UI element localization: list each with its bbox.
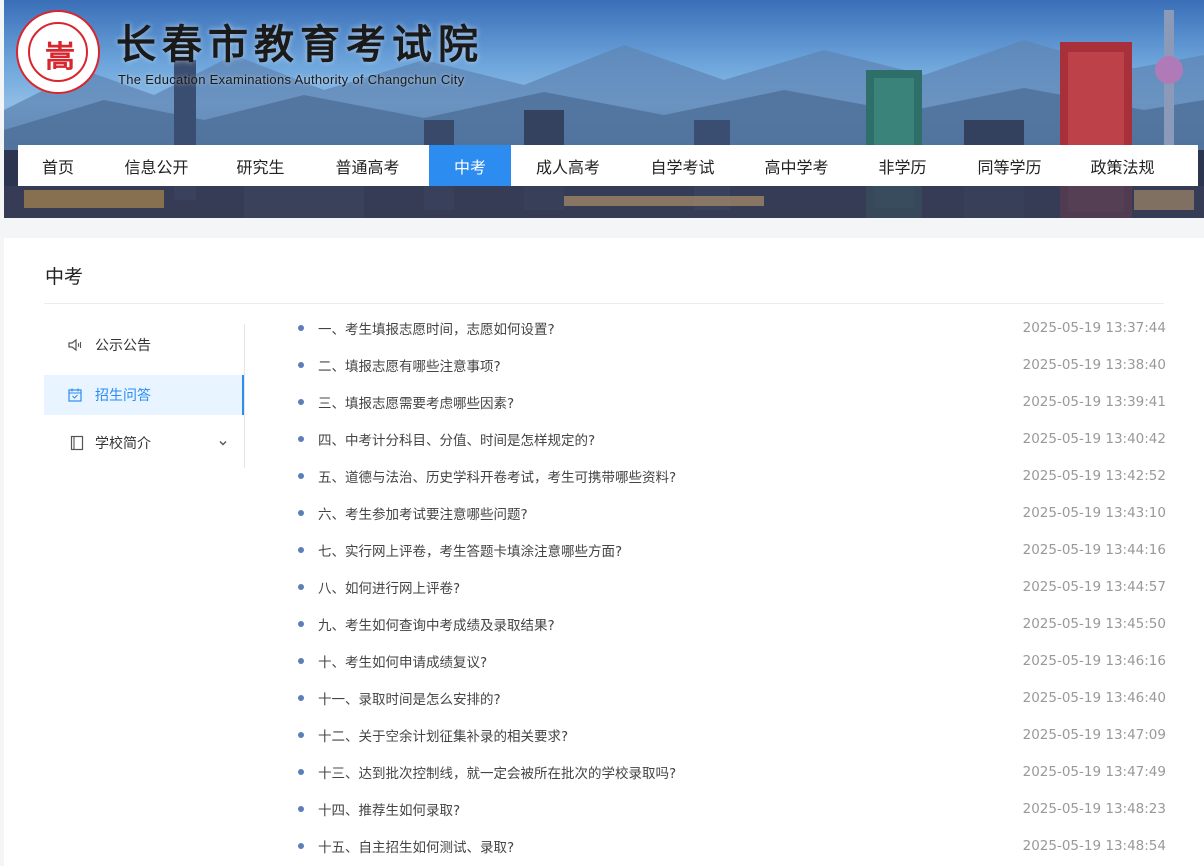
article-link[interactable]: 十二、关于空余计划征集补录的相关要求? bbox=[318, 725, 568, 745]
list-item: 三、填报志愿需要考虑哪些因素? 2025-05-19 13:39:41 bbox=[294, 383, 1166, 420]
article-date: 2025-05-19 13:39:41 bbox=[1022, 393, 1166, 410]
page-title: 中考 bbox=[45, 266, 84, 288]
bullet-icon bbox=[298, 361, 304, 368]
site-subtitle: The Education Examinations Authority of … bbox=[118, 72, 465, 87]
article-date: 2025-05-19 13:42:52 bbox=[1022, 467, 1166, 484]
calendar-icon bbox=[67, 387, 83, 403]
article-date: 2025-05-19 13:38:40 bbox=[1022, 356, 1166, 373]
list-item: 七、实行网上评卷，考生答题卡填涂注意哪些方面? 2025-05-19 13:44:… bbox=[294, 531, 1166, 568]
article-link[interactable]: 十一、录取时间是怎么安排的? bbox=[318, 688, 501, 708]
list-item: 十、考生如何申请成绩复议? 2025-05-19 13:46:16 bbox=[294, 642, 1166, 679]
list-item: 十一、录取时间是怎么安排的? 2025-05-19 13:46:40 bbox=[294, 679, 1166, 716]
list-item: 八、如何进行网上评卷? 2025-05-19 13:44:57 bbox=[294, 568, 1166, 605]
article-link[interactable]: 二、填报志愿有哪些注意事项? bbox=[318, 355, 501, 375]
document-icon bbox=[69, 435, 85, 451]
list-item: 五、道德与法治、历史学科开卷考试，考生可携带哪些资料? 2025-05-19 13… bbox=[294, 457, 1166, 494]
site-title: 长春市教育考试院 bbox=[116, 21, 484, 68]
nav-item-non-degree[interactable]: 非学历 bbox=[853, 145, 952, 186]
sidebar-item-admission-qa[interactable]: 招生问答 bbox=[44, 375, 244, 415]
article-list: 一、考生填报志愿时间，志愿如何设置? 2025-05-19 13:37:44 二、… bbox=[294, 309, 1166, 864]
list-item: 六、考生参加考试要注意哪些问题? 2025-05-19 13:43:10 bbox=[294, 494, 1166, 531]
content-card: 中考 公示公告 招生问答 学校简介 一、考生填报志愿时间，志愿如何设置? 2025… bbox=[4, 238, 1204, 866]
article-link[interactable]: 九、考生如何查询中考成绩及录取结果? bbox=[318, 614, 555, 634]
nav-item-self-study[interactable]: 自学考试 bbox=[625, 145, 740, 186]
article-date: 2025-05-19 13:46:16 bbox=[1022, 652, 1166, 669]
sidebar-item-school-intro[interactable]: 学校简介 bbox=[44, 423, 244, 463]
list-item: 四、中考计分科目、分值、时间是怎样规定的? 2025-05-19 13:40:42 bbox=[294, 420, 1166, 457]
article-link[interactable]: 十五、自主招生如何测试、录取? bbox=[318, 836, 514, 856]
list-item: 十五、自主招生如何测试、录取? 2025-05-19 13:48:54 bbox=[294, 827, 1166, 864]
article-link[interactable]: 十三、达到批次控制线，就一定会被所在批次的学校录取吗? bbox=[318, 762, 676, 782]
bullet-icon bbox=[298, 694, 304, 701]
bullet-icon bbox=[298, 546, 304, 553]
article-date: 2025-05-19 13:47:49 bbox=[1022, 763, 1166, 780]
article-link[interactable]: 一、考生填报志愿时间，志愿如何设置? bbox=[318, 318, 555, 338]
main-nav: 首页 信息公开 研究生 普通高考 中考 成人高考 自学考试 高中学考 非学历 同… bbox=[18, 145, 1198, 186]
bullet-icon bbox=[298, 805, 304, 812]
header-banner: 嵩 长春市教育考试院 The Education Examinations Au… bbox=[4, 0, 1204, 218]
nav-item-adult[interactable]: 成人高考 bbox=[511, 145, 625, 186]
article-date: 2025-05-19 13:47:09 bbox=[1022, 726, 1166, 743]
article-link[interactable]: 十四、推荐生如何录取? bbox=[318, 799, 460, 819]
title-divider bbox=[44, 303, 1164, 304]
article-link[interactable]: 六、考生参加考试要注意哪些问题? bbox=[318, 503, 528, 523]
list-item: 十三、达到批次控制线，就一定会被所在批次的学校录取吗? 2025-05-19 13… bbox=[294, 753, 1166, 790]
list-item: 九、考生如何查询中考成绩及录取结果? 2025-05-19 13:45:50 bbox=[294, 605, 1166, 642]
chevron-down-icon[interactable] bbox=[218, 436, 228, 452]
bullet-icon bbox=[298, 435, 304, 442]
bullet-icon bbox=[298, 657, 304, 664]
article-date: 2025-05-19 13:45:50 bbox=[1022, 615, 1166, 632]
article-date: 2025-05-19 13:44:57 bbox=[1022, 578, 1166, 595]
article-date: 2025-05-19 13:48:23 bbox=[1022, 800, 1166, 817]
nav-item-highschool[interactable]: 高中学考 bbox=[740, 145, 853, 186]
article-date: 2025-05-19 13:37:44 bbox=[1022, 319, 1166, 336]
speaker-icon bbox=[67, 337, 83, 353]
bullet-icon bbox=[298, 398, 304, 405]
bullet-icon bbox=[298, 620, 304, 627]
sidebar-item-announcements[interactable]: 公示公告 bbox=[44, 325, 244, 365]
sidebar-item-label: 公示公告 bbox=[95, 338, 151, 354]
list-item: 二、填报志愿有哪些注意事项? 2025-05-19 13:38:40 bbox=[294, 346, 1166, 383]
article-date: 2025-05-19 13:43:10 bbox=[1022, 504, 1166, 521]
article-link[interactable]: 三、填报志愿需要考虑哪些因素? bbox=[318, 392, 514, 412]
article-date: 2025-05-19 13:40:42 bbox=[1022, 430, 1166, 447]
logo-seal: 嵩 bbox=[16, 10, 100, 94]
article-date: 2025-05-19 13:48:54 bbox=[1022, 837, 1166, 854]
list-item: 十四、推荐生如何录取? 2025-05-19 13:48:23 bbox=[294, 790, 1166, 827]
bullet-icon bbox=[298, 324, 304, 331]
list-item: 一、考生填报志愿时间，志愿如何设置? 2025-05-19 13:37:44 bbox=[294, 309, 1166, 346]
sidebar-menu: 公示公告 招生问答 学校简介 bbox=[44, 324, 245, 468]
bullet-icon bbox=[298, 768, 304, 775]
article-link[interactable]: 五、道德与法治、历史学科开卷考试，考生可携带哪些资料? bbox=[318, 466, 676, 486]
bullet-icon bbox=[298, 472, 304, 479]
nav-item-equivalent[interactable]: 同等学历 bbox=[952, 145, 1067, 186]
article-date: 2025-05-19 13:44:16 bbox=[1022, 541, 1166, 558]
logo-mark: 嵩 bbox=[45, 40, 75, 75]
article-link[interactable]: 八、如何进行网上评卷? bbox=[318, 577, 460, 597]
nav-item-gaokao[interactable]: 普通高考 bbox=[306, 145, 429, 186]
article-link[interactable]: 四、中考计分科目、分值、时间是怎样规定的? bbox=[318, 429, 595, 449]
bullet-icon bbox=[298, 583, 304, 590]
nav-item-zhongkao[interactable]: 中考 bbox=[429, 145, 511, 186]
nav-item-info-open[interactable]: 信息公开 bbox=[98, 145, 215, 186]
article-link[interactable]: 七、实行网上评卷，考生答题卡填涂注意哪些方面? bbox=[318, 540, 622, 560]
sidebar-item-label: 招生问答 bbox=[95, 388, 151, 404]
sidebar-item-label: 学校简介 bbox=[95, 436, 151, 452]
article-link[interactable]: 十、考生如何申请成绩复议? bbox=[318, 651, 487, 671]
nav-item-graduate[interactable]: 研究生 bbox=[215, 145, 306, 186]
bullet-icon bbox=[298, 509, 304, 516]
article-date: 2025-05-19 13:46:40 bbox=[1022, 689, 1166, 706]
bullet-icon bbox=[298, 731, 304, 738]
nav-item-policy[interactable]: 政策法规 bbox=[1067, 145, 1178, 186]
bullet-icon bbox=[298, 842, 304, 849]
list-item: 十二、关于空余计划征集补录的相关要求? 2025-05-19 13:47:09 bbox=[294, 716, 1166, 753]
nav-item-home[interactable]: 首页 bbox=[18, 145, 98, 186]
